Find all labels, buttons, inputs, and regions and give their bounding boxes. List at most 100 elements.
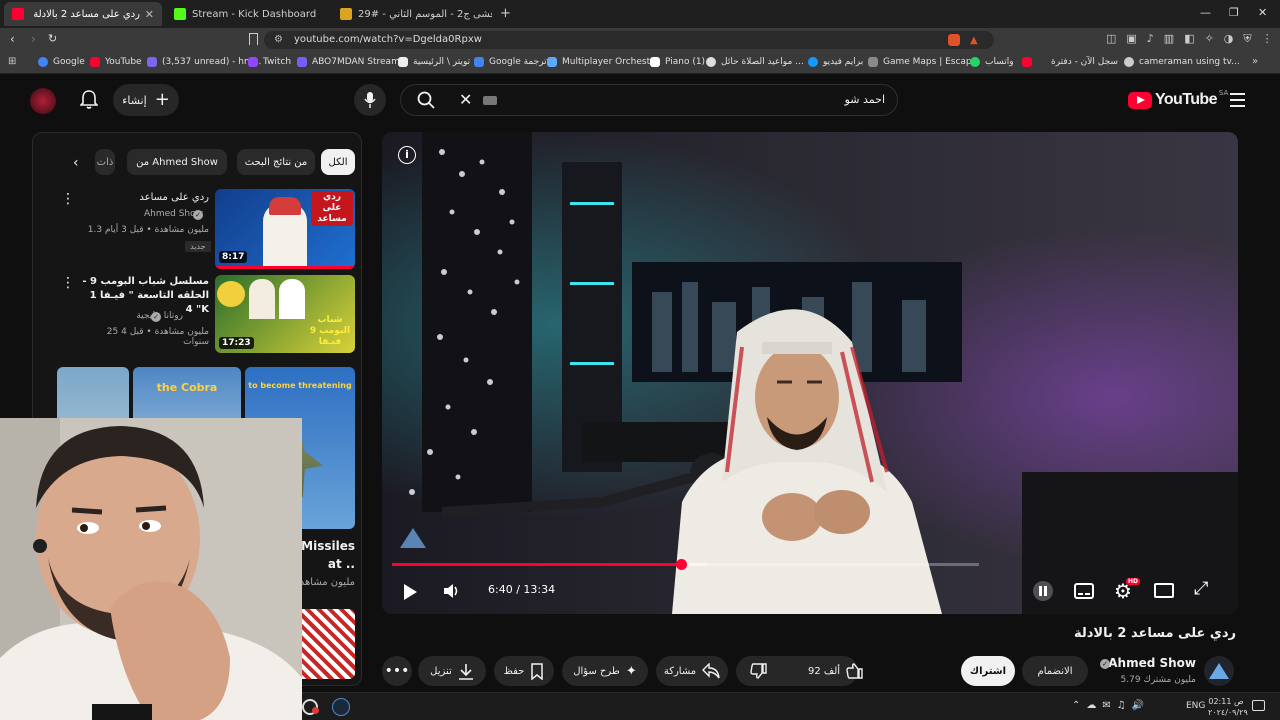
- extension-icons[interactable]: ◫▣♪▥◧✧◑⛨⋮: [1106, 32, 1280, 46]
- subtitles-icon[interactable]: [1074, 583, 1094, 599]
- bookmark-item[interactable]: ABO7MDAN Stream...: [297, 57, 408, 67]
- bookmark-item[interactable]: Piano (1): [650, 57, 705, 67]
- like-button[interactable]: [846, 662, 864, 680]
- ask-button[interactable]: طرح سؤال ✦: [562, 656, 648, 686]
- create-button[interactable]: إنشاء +: [113, 84, 179, 116]
- video-frame: [382, 132, 1238, 614]
- bookmark-item[interactable]: Game Maps | Escap...: [868, 57, 980, 67]
- chip-all[interactable]: الكل: [321, 149, 355, 175]
- more-actions-icon[interactable]: ⋮: [61, 191, 75, 207]
- channel-name[interactable]: Ahmed Show: [1100, 656, 1196, 670]
- more-bookmarks-icon[interactable]: »: [1252, 56, 1258, 67]
- short-caption: to become threatening: [248, 381, 352, 390]
- tab-youtube[interactable]: ردي على مساعد 2 بالادلة - be ✕: [4, 2, 162, 26]
- apps-grid-icon[interactable]: ⊞: [8, 56, 16, 67]
- more-actions-icon[interactable]: ⋮: [61, 275, 75, 291]
- like-count[interactable]: 92 ألف: [808, 666, 840, 677]
- tab-kick[interactable]: Stream - Kick Dashboard: [166, 2, 326, 26]
- minimize-icon[interactable]: —: [1200, 6, 1211, 19]
- bookmark-item[interactable]: برايم فيديو: [808, 57, 863, 67]
- site-info-icon[interactable]: ⚙: [274, 31, 283, 49]
- autoplay-toggle[interactable]: [1033, 581, 1053, 601]
- save-button[interactable]: حفظ: [494, 656, 554, 686]
- search-icon[interactable]: [417, 91, 435, 109]
- notifications-icon[interactable]: [80, 90, 98, 110]
- fullscreen-icon[interactable]: ⤢: [1194, 580, 1208, 598]
- search-box[interactable]: ✕ احمد شو: [400, 84, 898, 116]
- steam-app-icon[interactable]: [332, 698, 350, 716]
- chip-partial[interactable]: ذات: [95, 149, 115, 175]
- address-bar[interactable]: ⚙ youtube.com/watch?v=Dgelda0Rpxw ▲: [264, 31, 994, 49]
- region-code: SA: [1218, 89, 1229, 97]
- video-title: ردي على مساعد 2 بالادلة: [1074, 626, 1236, 641]
- youtube-logo[interactable]: YouTube SA: [1128, 89, 1229, 109]
- video-channel[interactable]: Ahmed Show: [81, 209, 203, 219]
- plus-icon: +: [154, 89, 170, 110]
- bookmark-item[interactable]: YouTube: [90, 57, 142, 67]
- forward-icon[interactable]: ›: [31, 32, 36, 46]
- video-player[interactable]: i ⚙ HD ⤢: [382, 132, 1238, 614]
- theater-mode-icon[interactable]: [1154, 583, 1174, 598]
- verified-icon: ✓: [1100, 659, 1110, 669]
- bookmark-item[interactable]: Twitch: [248, 57, 291, 67]
- video-thumbnail[interactable]: ردي على مساعد 8:17: [215, 189, 355, 269]
- download-button[interactable]: تنزيل: [418, 656, 486, 686]
- video-title[interactable]: ردي على مساعد: [81, 191, 209, 205]
- notifications-center-icon[interactable]: [1252, 700, 1265, 711]
- channel-watermark-icon: [400, 528, 426, 548]
- close-tab-icon[interactable]: ✕: [145, 8, 154, 21]
- clock[interactable]: 02:11 ص ٢٠٢٤/٠٩/٢٩: [1208, 696, 1248, 718]
- brave-shield-icon[interactable]: [948, 34, 960, 46]
- bookmark-item[interactable]: cameraman using tv...: [1124, 57, 1240, 67]
- bookmark-page-icon[interactable]: [249, 33, 258, 45]
- share-icon: [702, 663, 720, 679]
- share-button[interactable]: مشاركة: [656, 656, 728, 686]
- tab-series[interactable]: شارع الأعشى ج2 - الموسم الثاني - #29...: [332, 2, 492, 26]
- scrubber-handle[interactable]: [676, 559, 687, 570]
- thumbnail-person: [279, 279, 305, 319]
- chip-from-channel[interactable]: من Ahmed Show: [127, 149, 227, 175]
- guide-menu-icon[interactable]: [1230, 93, 1245, 107]
- join-button[interactable]: الانضمام: [1022, 656, 1088, 686]
- voice-search-button[interactable]: [354, 84, 386, 116]
- close-window-icon[interactable]: ✕: [1258, 6, 1267, 19]
- bookmark-item[interactable]: Google: [38, 57, 85, 67]
- new-tab-icon[interactable]: +: [500, 6, 511, 21]
- channel-avatar[interactable]: [1204, 656, 1234, 686]
- video-channel[interactable]: روتانا خليجية: [81, 311, 183, 321]
- short-thumbnail[interactable]: [295, 609, 355, 679]
- chip-from-search[interactable]: من نتائج البحث: [237, 149, 315, 175]
- clock-date: ٢٠٢٤/٠٩/٢٩: [1208, 708, 1248, 717]
- dislike-button[interactable]: [750, 662, 768, 680]
- reload-icon[interactable]: ↻: [48, 32, 57, 45]
- like-icon: [846, 663, 863, 679]
- chips-scroll-left-icon[interactable]: ‹: [73, 155, 79, 171]
- bookmark-item[interactable]: واتساب: [970, 57, 1014, 67]
- play-icon[interactable]: [404, 584, 417, 600]
- bookmark-icon: [531, 662, 544, 680]
- language-indicator[interactable]: ENG: [1186, 701, 1205, 711]
- back-icon[interactable]: ‹: [10, 32, 15, 46]
- bookmark-item[interactable]: سجل الآن - دفترة: [1022, 57, 1118, 67]
- bookmark-item[interactable]: Multiplayer Orchestra: [547, 57, 659, 67]
- restore-icon[interactable]: ❐: [1229, 6, 1239, 19]
- volume-icon[interactable]: [442, 582, 460, 600]
- sparkle-icon: ✦: [625, 663, 637, 679]
- bookmark-item[interactable]: تويتر \ الرئيسية: [398, 57, 470, 67]
- keyboard-icon[interactable]: [483, 96, 497, 105]
- search-input[interactable]: احمد شو: [845, 93, 885, 106]
- more-actions-button[interactable]: •••: [382, 656, 412, 686]
- download-icon: [458, 663, 473, 680]
- brave-rewards-icon[interactable]: ▲: [970, 32, 978, 50]
- clear-search-icon[interactable]: ✕: [459, 90, 472, 109]
- avatar[interactable]: [30, 88, 56, 114]
- bookmark-item[interactable]: مواعيد الصلاة حائل ...: [706, 57, 804, 67]
- subscribe-button[interactable]: اشتراك: [961, 656, 1015, 686]
- bookmark-item[interactable]: (3,537 unread) - hm...: [147, 57, 261, 67]
- tab-label: Stream - Kick Dashboard: [192, 8, 317, 20]
- video-thumbnail[interactable]: شباب البومب 9 فيـفا 17:23: [215, 275, 355, 353]
- info-icon[interactable]: i: [398, 146, 416, 164]
- progress-bar[interactable]: [392, 559, 979, 570]
- bookmark-item[interactable]: Google ترجمة: [474, 57, 547, 67]
- tray-icons[interactable]: ⌃☁✉♫🔊: [1072, 700, 1150, 711]
